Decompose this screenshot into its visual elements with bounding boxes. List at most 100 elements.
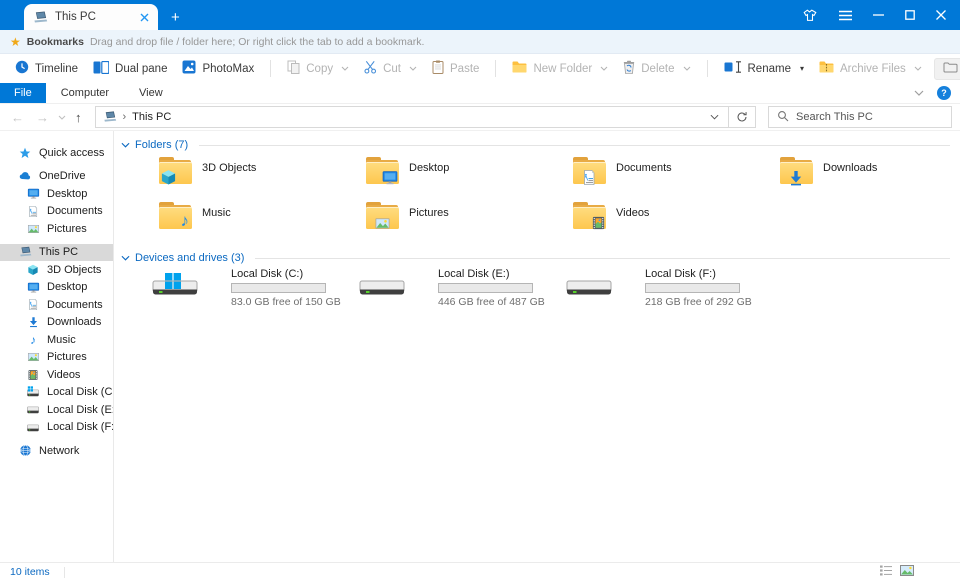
back-button[interactable]: ← xyxy=(8,111,27,124)
window-titlebar: This PC + xyxy=(0,0,960,30)
search-this-pc-input[interactable]: Search This PC xyxy=(768,106,952,128)
address-bar[interactable]: › This PC xyxy=(94,106,756,128)
computer-icon xyxy=(103,111,117,123)
delete-icon xyxy=(623,60,635,77)
drive-usage-bar xyxy=(231,283,326,293)
details-view-icon[interactable] xyxy=(880,565,892,579)
close-button[interactable] xyxy=(936,10,946,20)
sidebar-item-videos[interactable]: Videos xyxy=(0,366,113,384)
bookmarks-bar[interactable]: ★ Bookmarks Drag and drop file / folder … xyxy=(0,30,960,54)
paste-icon xyxy=(432,60,444,77)
section-divider xyxy=(199,144,950,146)
tab-title: This PC xyxy=(55,11,96,23)
sidebar-item-quick-access[interactable]: Quick access xyxy=(0,144,113,162)
toolbar-separator xyxy=(270,60,272,77)
rename-button[interactable]: Rename ▾ xyxy=(721,61,807,76)
tab-this-pc[interactable]: This PC xyxy=(24,4,158,30)
dual-pane-button[interactable]: Dual pane xyxy=(90,60,170,77)
ribbon-collapse-icon[interactable] xyxy=(914,87,924,99)
computer-icon xyxy=(18,246,32,258)
rename-icon xyxy=(724,61,742,76)
sidebar-item-pictures-pc[interactable]: Pictures xyxy=(0,349,113,367)
minimize-button[interactable] xyxy=(873,10,884,20)
address-dropdown-icon[interactable] xyxy=(701,107,728,127)
sidebar-item-desktop[interactable]: Desktop xyxy=(0,185,113,203)
skin-icon[interactable] xyxy=(802,8,818,23)
folder-tile-downloads[interactable]: Downloads xyxy=(780,155,960,200)
drive-tile-c[interactable]: Local Disk (C:) 83.0 GB free of 150 GB xyxy=(152,268,359,314)
sidebar-item-local-disk-e[interactable]: Local Disk (E:) xyxy=(0,401,113,419)
drives-section-header[interactable]: Devices and drives (3) xyxy=(121,251,950,265)
copy-button[interactable]: Copy xyxy=(284,60,352,77)
cut-dropdown-icon[interactable] xyxy=(409,66,417,71)
help-button[interactable]: ? xyxy=(937,86,951,100)
folder-icon: ♪ xyxy=(159,202,192,229)
menu-view[interactable]: View xyxy=(124,83,178,103)
toolbar-search-input[interactable]: Search Current Directory xyxy=(933,57,960,80)
folder-icon xyxy=(159,157,192,184)
bookmarks-hint: Drag and drop file / folder here; Or rig… xyxy=(89,35,425,48)
history-dropdown-icon[interactable] xyxy=(58,111,66,123)
folder-tile-videos[interactable]: Videos xyxy=(573,200,780,245)
dual-pane-icon xyxy=(93,60,110,77)
sidebar-item-documents-pc[interactable]: Documents xyxy=(0,296,113,314)
delete-dropdown-icon[interactable] xyxy=(683,66,691,71)
sidebar-item-local-disk-f[interactable]: Local Disk (F:) xyxy=(0,419,113,437)
folder-icon xyxy=(573,157,606,184)
timeline-button[interactable]: Timeline xyxy=(12,60,81,77)
folder-tile-documents[interactable]: Documents xyxy=(573,155,780,200)
menu-icon[interactable] xyxy=(839,10,852,21)
up-button[interactable]: ↑ xyxy=(72,111,85,124)
sidebar-item-local-disk-c[interactable]: Local Disk (C:) xyxy=(0,384,113,402)
sidebar-item-network[interactable]: Network xyxy=(0,442,113,460)
drive-tile-f[interactable]: Local Disk (F:) 218 GB free of 292 GB xyxy=(566,268,773,314)
picture-icon xyxy=(26,223,40,235)
drive-icon xyxy=(359,272,405,302)
folder-tile-desktop[interactable]: Desktop xyxy=(366,155,573,200)
forward-button[interactable]: → xyxy=(33,111,52,124)
photomax-button[interactable]: PhotoMax xyxy=(179,60,257,77)
menu-file[interactable]: File xyxy=(0,83,46,103)
menu-computer[interactable]: Computer xyxy=(46,83,124,103)
document-icon xyxy=(26,205,40,218)
sidebar-item-music[interactable]: ♪ Music xyxy=(0,331,113,349)
archive-files-button[interactable]: Archive Files xyxy=(816,61,925,76)
cube-icon xyxy=(26,264,40,276)
sidebar-item-pictures[interactable]: Pictures xyxy=(0,220,113,238)
drive-tile-e[interactable]: Local Disk (E:) 446 GB free of 487 GB xyxy=(359,268,566,314)
tab-close-icon[interactable] xyxy=(140,13,149,22)
new-tab-button[interactable]: + xyxy=(171,10,180,25)
rename-dropdown-icon[interactable]: ▾ xyxy=(800,64,804,73)
refresh-button[interactable] xyxy=(728,107,755,127)
new-folder-icon xyxy=(512,61,527,76)
monitor-icon xyxy=(26,281,40,294)
new-folder-dropdown-icon[interactable] xyxy=(600,66,608,71)
copy-dropdown-icon[interactable] xyxy=(341,66,349,71)
maximize-button[interactable] xyxy=(905,10,915,20)
drive-c-icon xyxy=(26,386,40,399)
toolbar-separator xyxy=(495,60,497,77)
toolbar-separator xyxy=(706,60,708,77)
monitor-icon xyxy=(26,187,40,200)
archive-dropdown-icon[interactable] xyxy=(914,66,922,71)
delete-button[interactable]: Delete xyxy=(620,60,693,77)
sidebar-item-this-pc[interactable]: This PC xyxy=(0,243,113,261)
sidebar-item-3d-objects[interactable]: 3D Objects xyxy=(0,261,113,279)
folder-tile-pictures[interactable]: Pictures xyxy=(366,200,573,245)
file-list-area[interactable]: Folders (7) 3D Objects Desktop Documents… xyxy=(114,131,960,562)
collapse-chevron-icon[interactable] xyxy=(121,139,130,151)
sidebar-item-documents[interactable]: Documents xyxy=(0,203,113,221)
thumbnail-view-icon[interactable] xyxy=(900,565,914,579)
sidebar-item-onedrive[interactable]: OneDrive xyxy=(0,168,113,186)
status-bar: 10 items xyxy=(0,562,960,581)
paste-button[interactable]: Paste xyxy=(429,60,482,77)
cut-button[interactable]: Cut xyxy=(361,60,420,77)
sidebar-item-desktop-pc[interactable]: Desktop xyxy=(0,279,113,297)
folder-tile-3d-objects[interactable]: 3D Objects xyxy=(159,155,366,200)
collapse-chevron-icon[interactable] xyxy=(121,252,130,264)
new-folder-button[interactable]: New Folder xyxy=(509,61,611,76)
folder-tile-music[interactable]: ♪ Music xyxy=(159,200,366,245)
folders-section-header[interactable]: Folders (7) xyxy=(121,138,950,152)
breadcrumb-location[interactable]: This PC xyxy=(132,111,171,123)
sidebar-item-downloads[interactable]: Downloads xyxy=(0,314,113,332)
